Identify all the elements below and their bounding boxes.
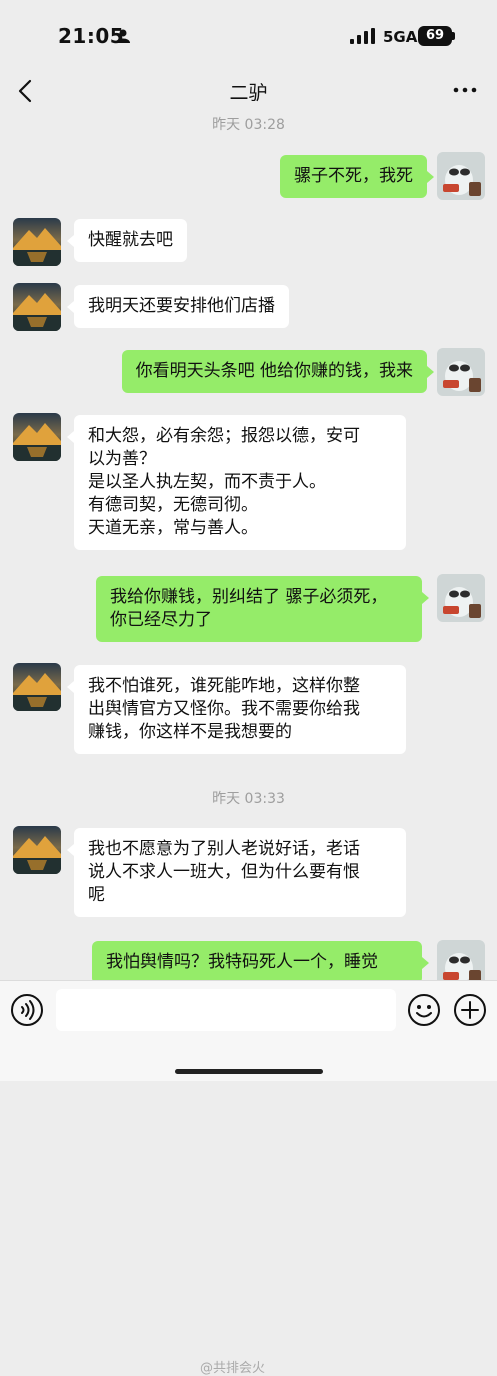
chat-title: 二驴	[229, 82, 268, 104]
emoji-icon[interactable]	[407, 993, 441, 1027]
message-bubble-incoming[interactable]: 快醒就去吧	[67, 219, 187, 262]
plus-icon[interactable]	[453, 993, 487, 1027]
status-time: 21:05	[58, 24, 125, 48]
message-text: 我不怕谁死，谁死能咋地，这样你整	[88, 676, 360, 696]
avatar-mountain[interactable]	[13, 413, 61, 461]
message-text: 以为善？	[88, 449, 156, 469]
watermark: @共排会火	[200, 1361, 266, 1376]
network-label: 5GA	[383, 28, 418, 46]
avatar-mountain[interactable]	[13, 283, 61, 331]
battery-tip	[452, 32, 455, 40]
avatar-cartoon[interactable]	[437, 152, 485, 200]
avatar-mountain[interactable]	[13, 663, 61, 711]
message-text: 和大怨，必有余怨；报怨以德，安可	[88, 426, 360, 446]
message-text: 我也不愿意为了别人老说好话，老话	[88, 839, 360, 859]
message-text: 呢	[88, 885, 105, 905]
message-bubble-outgoing[interactable]: 我给你赚钱，别纠结了 骡子必须死， 你已经尽力了	[96, 576, 429, 642]
avatar-cartoon[interactable]	[437, 574, 485, 622]
message-bubble-incoming[interactable]: 我不怕谁死，谁死能咋地，这样你整 出舆情官方又怪你。我不需要你给我 赚钱，你这样…	[67, 665, 406, 754]
message-input[interactable]	[56, 989, 396, 1031]
avatar-mountain[interactable]	[13, 218, 61, 266]
home-indicator	[175, 1069, 323, 1074]
timestamp: 昨天 03:33	[212, 791, 285, 807]
input-bar: @共排会火	[0, 980, 497, 1376]
battery-indicator: 69	[418, 26, 452, 46]
message-text: 天道无亲，常与善人。	[88, 518, 258, 538]
more-icon[interactable]	[452, 80, 478, 100]
message-bubble-incoming[interactable]: 我也不愿意为了别人老说好话，老话 说人不求人一班大，但为什么要有恨 呢	[67, 828, 406, 917]
message-text: 骡子不死，我死	[294, 166, 413, 186]
message-bubble-outgoing[interactable]: 你看明天头条吧 他给你赚的钱，我来	[121, 350, 435, 393]
message-text: 快醒就去吧	[88, 230, 173, 250]
signal-icon	[350, 28, 375, 44]
nav-bar: 二驴	[0, 70, 497, 114]
message-text: 我怕舆情吗？我特码死人一个，睡觉	[106, 952, 378, 972]
message-text: 有德司契，无德司彻。	[88, 495, 258, 515]
voice-icon[interactable]	[10, 993, 44, 1027]
message-text: 赚钱，你这样不是我想要的	[88, 722, 292, 742]
person-icon	[116, 29, 130, 43]
message-bubble-incoming[interactable]: 我明天还要安排他们店播	[67, 285, 289, 328]
message-text: 说人不求人一班大，但为什么要有恨	[88, 862, 360, 882]
message-text: 是以圣人执左契，而不责于人。	[88, 472, 326, 492]
message-text: 你看明天头条吧 他给你赚的钱，我来	[135, 361, 413, 381]
message-text: 你已经尽力了	[110, 610, 212, 630]
message-bubble-incoming[interactable]: 和大怨，必有余怨；报怨以德，安可 以为善？ 是以圣人执左契，而不责于人。 有德司…	[67, 415, 406, 550]
message-bubble-outgoing[interactable]: 我怕舆情吗？我特码死人一个，睡觉	[92, 941, 429, 984]
avatar-mountain[interactable]	[13, 826, 61, 874]
status-bar: 21:05 5GA 69	[0, 0, 497, 70]
message-text: 我明天还要安排他们店播	[88, 296, 275, 316]
avatar-cartoon[interactable]	[437, 348, 485, 396]
message-text: 出舆情官方又怪你。我不需要你给我	[88, 699, 360, 719]
message-bubble-outgoing[interactable]: 骡子不死，我死	[280, 155, 434, 198]
timestamp: 昨天 03:28	[212, 117, 285, 133]
message-text: 我给你赚钱，别纠结了 骡子必须死，	[110, 587, 388, 607]
